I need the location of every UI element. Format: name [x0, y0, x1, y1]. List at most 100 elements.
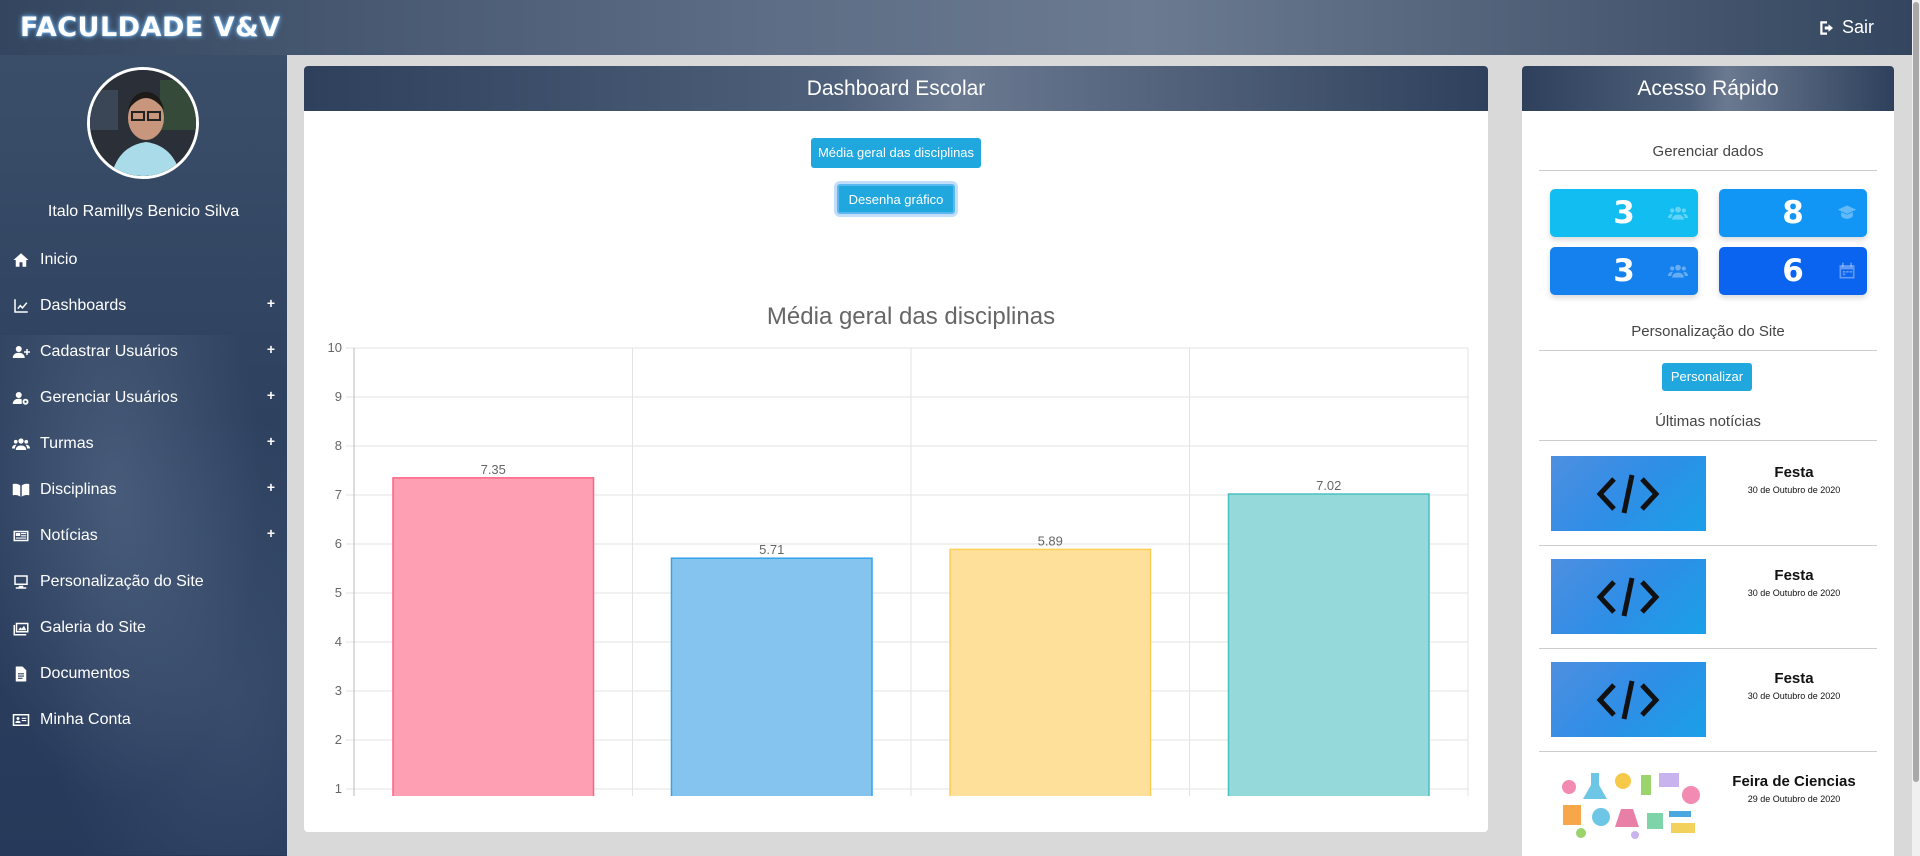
stat-card-graduation[interactable]: 8 [1719, 189, 1867, 237]
news-title: Feira de Ciencias [1732, 773, 1856, 790]
news-title: Festa [1774, 567, 1814, 584]
media-geral-button[interactable]: Média geral das disciplinas [811, 138, 981, 168]
expand-plus-icon: + [266, 479, 275, 495]
news-item[interactable]: Festa 30 de Outubro de 2020 [1539, 650, 1877, 752]
sidebar-item-gerenciar-usuarios[interactable]: Gerenciar Usuários + [0, 375, 287, 421]
scrollbar-thumb[interactable] [1913, 2, 1919, 782]
file-icon [15, 666, 27, 682]
y-tick-label: 9 [335, 389, 342, 404]
sidebar-item-label: Inicio [40, 251, 78, 268]
laptop-icon [14, 575, 28, 589]
expand-plus-icon: + [266, 295, 275, 311]
dashboard-card-header: Dashboard Escolar [304, 66, 1488, 111]
news-item[interactable]: Festa 30 de Outubro de 2020 [1539, 444, 1877, 546]
sidebar-menu: Inicio Dashboards + Cadastrar Usuários +… [0, 237, 287, 743]
y-tick-label: 8 [335, 438, 342, 453]
draw-chart-button[interactable]: Desenha gráfico [837, 184, 955, 214]
users-icon [1668, 206, 1688, 220]
user-cog-icon [12, 392, 29, 405]
avatar [87, 67, 199, 179]
user-name: Italo Ramillys Benicio Silva [47, 203, 240, 220]
logout-label: Sair [1841, 17, 1874, 37]
bar-inform-tica-e-sociedade [949, 548, 1152, 796]
latest-news-title: Últimas notícias [1655, 413, 1761, 430]
sidebar-item-turmas[interactable]: Turmas + [0, 421, 287, 467]
sidebar-item-minha-conta[interactable]: Minha Conta [0, 697, 287, 743]
code-icon [1596, 577, 1660, 617]
news-item[interactable]: Feira de Ciencias 29 de Outubro de 2020 [1539, 753, 1877, 855]
images-icon [13, 622, 29, 636]
sidebar-item-personalizacao[interactable]: Personalização do Site [0, 559, 287, 605]
site-custom-title: Personalização do Site [1631, 323, 1785, 340]
graduation-icon [1837, 205, 1857, 219]
calendar-icon [1839, 262, 1855, 279]
divider [1539, 170, 1877, 171]
logout-button[interactable]: Sair [1818, 17, 1874, 38]
y-tick-label: 1 [335, 781, 342, 796]
sidebar-item-label: Minha Conta [40, 711, 131, 728]
sidebar-item-documentos[interactable]: Documentos [0, 651, 287, 697]
news-title: Festa [1774, 464, 1814, 481]
sidebar-item-noticias[interactable]: Notícias + [0, 513, 287, 559]
sidebar-item-dashboards[interactable]: Dashboards + [0, 283, 287, 329]
expand-plus-icon: + [266, 433, 275, 449]
sidebar-item-label: Personalização do Site [40, 573, 204, 590]
sidebar-item-label: Notícias [40, 527, 98, 544]
news-item[interactable]: Festa 30 de Outubro de 2020 [1539, 547, 1877, 649]
quick-access-card: Acesso Rápido Gerenciar dados 3 8 3 6 Pe… [1522, 66, 1894, 856]
customize-button[interactable]: Personalizar [1662, 363, 1752, 391]
code-icon [1596, 680, 1660, 720]
sidebar-item-inicio[interactable]: Inicio [0, 237, 287, 283]
bar-fisica-2 [670, 557, 873, 796]
quick-access-header: Acesso Rápido [1522, 66, 1894, 111]
data-label: 5.71 [759, 542, 784, 557]
book-open-icon [12, 483, 30, 497]
news-date: 30 de Outubro de 2020 [1747, 485, 1841, 495]
y-tick-label: 2 [335, 732, 342, 747]
divider [1539, 350, 1877, 351]
y-tick-label: 7 [335, 487, 342, 502]
sidebar: Italo Ramillys Benicio Silva Inicio Dash… [0, 55, 287, 856]
avatar-photo [90, 70, 196, 176]
manage-data-title: Gerenciar dados [1652, 143, 1764, 160]
sidebar-item-label: Galeria do Site [40, 619, 146, 636]
users-icon [12, 438, 30, 450]
sidebar-item-galeria[interactable]: Galeria do Site [0, 605, 287, 651]
users-icon [1668, 264, 1688, 278]
newspaper-icon [13, 530, 29, 542]
data-label: 7.02 [1316, 478, 1341, 493]
dashboard-card: Dashboard Escolar Média geral das discip… [304, 66, 1488, 832]
y-tick-label: 6 [335, 536, 342, 551]
y-tick-label: 10 [328, 340, 342, 355]
user-plus-icon [12, 346, 30, 358]
y-tick-label: 4 [335, 634, 342, 649]
stat-card-classes[interactable]: 3 [1550, 247, 1698, 295]
stat-card-calendar[interactable]: 6 [1719, 247, 1867, 295]
sidebar-item-cadastrar-usuarios[interactable]: Cadastrar Usuários + [0, 329, 287, 375]
sidebar-item-label: Documentos [40, 665, 130, 682]
sidebar-item-disciplinas[interactable]: Disciplinas + [0, 467, 287, 513]
data-label: 5.89 [1038, 533, 1063, 548]
brand-logo-text[interactable]: FACULDADE V&V [20, 12, 281, 43]
news-date: 29 de Outubro de 2020 [1747, 794, 1841, 804]
sign-out-icon [1820, 20, 1833, 35]
home-icon [13, 253, 29, 267]
page-title: Dashboard Escolar [806, 76, 986, 100]
news-thumbnail [1551, 559, 1706, 634]
chart-title: Média geral das disciplinas [767, 303, 1055, 330]
sidebar-item-label: Disciplinas [40, 481, 117, 498]
expand-plus-icon: + [266, 341, 275, 357]
id-card-icon [12, 714, 30, 726]
page-scrollbar[interactable] [1912, 0, 1920, 856]
chart-line-icon [14, 299, 28, 313]
news-date: 30 de Outubro de 2020 [1747, 588, 1841, 598]
stat-card-users[interactable]: 3 [1550, 189, 1698, 237]
news-thumbnail [1551, 662, 1706, 737]
sidebar-item-label: Cadastrar Usuários [40, 343, 178, 360]
expand-plus-icon: + [266, 387, 275, 403]
news-thumbnail [1551, 765, 1706, 840]
data-label: 7.35 [481, 462, 506, 477]
code-icon [1596, 474, 1660, 514]
y-tick-label: 5 [335, 585, 342, 600]
news-date: 30 de Outubro de 2020 [1747, 691, 1841, 701]
